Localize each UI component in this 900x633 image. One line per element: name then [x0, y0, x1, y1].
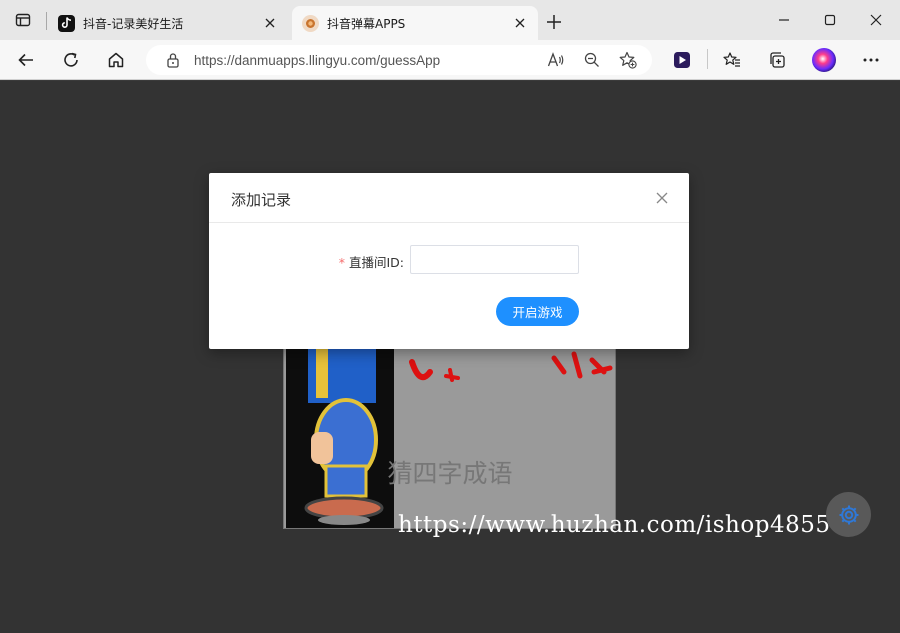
extension-play-icon [674, 52, 690, 68]
dialog-header: 添加记录 [209, 173, 689, 223]
back-arrow-icon [18, 53, 33, 67]
home-button[interactable] [102, 46, 130, 74]
room-id-label: * 直播间ID: [339, 252, 404, 271]
close-icon [656, 192, 668, 204]
maximize-button[interactable] [807, 0, 853, 40]
lock-icon[interactable] [163, 50, 183, 70]
tab-title: 抖音-记录美好生活 [83, 16, 184, 31]
settings-menu-button[interactable] [857, 46, 885, 74]
more-options-icon [863, 58, 879, 62]
tiktok-icon [58, 14, 75, 32]
maximize-icon [824, 14, 836, 26]
image-caption-graphic [404, 348, 614, 382]
new-tab-button[interactable] [543, 11, 565, 33]
profile-avatar[interactable] [812, 48, 836, 72]
minimize-icon [779, 19, 789, 21]
url-text[interactable]: https://danmuapps.llingyu.com/guessApp [194, 53, 440, 68]
room-id-label-text: 直播间ID: [348, 255, 404, 270]
collections-icon [770, 52, 785, 68]
zoom-out-icon[interactable] [582, 50, 602, 70]
favorites-icon [723, 52, 740, 67]
address-bar[interactable]: https://danmuapps.llingyu.com/guessApp [146, 45, 652, 75]
collections-button[interactable] [763, 46, 791, 74]
tab-close-icon[interactable] [512, 15, 528, 31]
danmu-apps-icon [302, 14, 319, 32]
start-game-button[interactable]: 开启游戏 [496, 297, 579, 326]
plus-icon [547, 15, 561, 29]
dialog-close-button[interactable] [653, 189, 671, 207]
back-button[interactable] [12, 46, 40, 74]
room-id-form-row: * 直播间ID: [209, 245, 689, 275]
game-label: 猜四字成语 [387, 459, 513, 488]
watermark-text: https://www.huzhan.com/ishop48556 [398, 512, 846, 538]
extension-button[interactable] [668, 46, 696, 74]
browser-toolbar: https://danmuapps.llingyu.com/guessApp [0, 40, 900, 80]
close-icon [870, 14, 882, 26]
dialog-title: 添加记录 [231, 191, 292, 209]
page-content: 猜四字成语 https://www.huzhan.com/ishop48556 [0, 81, 900, 633]
cartoon-illustration [286, 348, 394, 528]
tab-actions-icon [15, 13, 31, 27]
tab-douyin[interactable]: 抖音-记录美好生活 [48, 6, 288, 40]
window-close-button[interactable] [853, 0, 899, 40]
toolbar-divider [707, 49, 708, 69]
room-id-input[interactable] [410, 245, 579, 274]
minimize-button[interactable] [761, 0, 807, 40]
read-aloud-icon[interactable] [546, 50, 566, 70]
gear-icon [839, 505, 858, 524]
add-record-dialog: 添加记录 * 直播间ID: 开启游戏 [209, 173, 689, 349]
refresh-button[interactable] [57, 46, 85, 74]
tab-danmu-apps[interactable]: 抖音弹幕APPS [292, 6, 538, 40]
game-image [283, 347, 616, 529]
tab-divider [46, 12, 47, 30]
required-mark: * [338, 255, 345, 270]
home-icon [108, 52, 124, 68]
refresh-icon [64, 52, 78, 67]
tab-actions-button[interactable] [0, 0, 46, 40]
add-favorite-icon[interactable] [618, 50, 638, 70]
tab-close-icon[interactable] [262, 15, 278, 31]
tab-title: 抖音弹幕APPS [327, 16, 406, 31]
settings-fab[interactable] [826, 492, 871, 537]
favorites-button[interactable] [718, 46, 746, 74]
tab-strip: 抖音-记录美好生活 抖音弹幕APPS [0, 0, 900, 40]
